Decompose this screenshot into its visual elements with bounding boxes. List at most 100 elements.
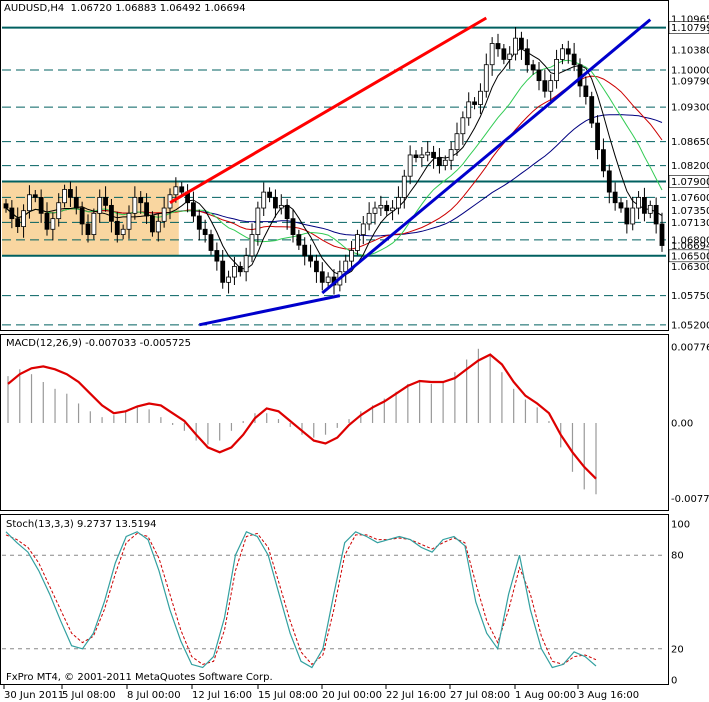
- candle-body: [653, 204, 659, 225]
- candle-body: [161, 207, 167, 222]
- candle-body: [636, 197, 641, 209]
- candle-body: [519, 37, 524, 50]
- candle-body: [524, 48, 530, 66]
- time-axis-label: 15 Jul 08:00: [258, 690, 318, 701]
- candle-body: [308, 255, 313, 262]
- macd-title: MACD(12,26,9) -0.007033 -0.005725: [6, 338, 191, 349]
- stoch-main-line: [5, 531, 597, 669]
- candle-body: [97, 197, 103, 214]
- candle-body: [372, 207, 378, 214]
- stoch-axis-label: 80: [671, 551, 684, 562]
- candle-body: [73, 197, 79, 209]
- candle-body: [155, 220, 161, 233]
- candle-body: [483, 64, 489, 92]
- price-axis-label: 1.07900: [671, 177, 709, 188]
- candle-body: [114, 220, 120, 235]
- candle-body: [495, 43, 501, 50]
- candle-body: [50, 218, 56, 230]
- candle-body: [390, 207, 395, 212]
- copyright-text: FxPro MT4, © 2001-2011 MetaQuotes Softwa…: [6, 672, 273, 683]
- candle-body: [196, 215, 202, 230]
- time-axis-label: 12 Jul 16:00: [192, 690, 252, 701]
- candle-body: [349, 250, 354, 262]
- price-axis-label: 1.06500: [671, 251, 709, 262]
- price-chart[interactable]: 1.109651.107991.103801.100001.097901.093…: [0, 0, 709, 702]
- candle-body: [290, 218, 296, 235]
- macd-axis-label: 0.007764: [671, 343, 709, 354]
- candle-body: [62, 189, 67, 204]
- candle-body: [302, 244, 308, 257]
- red-trendline: [169, 16, 488, 205]
- candle-body: [314, 260, 319, 273]
- price-axis-label: 1.05750: [671, 291, 709, 302]
- candle-body: [448, 149, 454, 161]
- candle-body: [425, 151, 431, 156]
- candle-body: [530, 64, 536, 71]
- candle-body: [296, 234, 302, 246]
- candle-body: [214, 250, 220, 262]
- price-axis-label: 1.07130: [671, 218, 709, 229]
- candle-body: [460, 117, 466, 135]
- candle-body: [595, 122, 600, 151]
- macd-pane: 0.007764 0.00 -0.007734: [7, 343, 709, 505]
- candle-body: [325, 276, 331, 283]
- candle-body: [237, 266, 243, 273]
- stochastic-pane: 100 80 20 0: [2, 520, 690, 687]
- candle-body: [173, 186, 179, 196]
- candle-body: [232, 266, 237, 278]
- candle-body: [120, 228, 126, 235]
- price-axis-label: 1.05200: [671, 320, 709, 331]
- stoch-title: Stoch(13,3,3) 9.2737 13.5194: [6, 519, 157, 530]
- candle-body: [419, 154, 425, 159]
- candle-body: [132, 197, 138, 214]
- stoch-axis-label: 0: [671, 676, 677, 687]
- candle-body: [243, 255, 249, 273]
- time-axis-label: 8 Jul 00:00: [127, 690, 181, 701]
- candle-body: [442, 159, 448, 166]
- candle-body: [278, 204, 284, 209]
- candle-body: [401, 175, 407, 198]
- candle-body: [366, 212, 372, 225]
- price-axis-label: 1.09300: [671, 103, 709, 114]
- candle-body: [659, 223, 665, 246]
- price-axis-label: 1.06300: [671, 262, 709, 273]
- candle-body: [32, 194, 38, 198]
- candle-body: [126, 212, 132, 230]
- candle-body: [360, 223, 366, 235]
- time-axis-label: 1 Aug 00:00: [515, 690, 576, 701]
- price-axis-label: 1.08650: [671, 137, 709, 148]
- candle-body: [513, 37, 518, 55]
- price-axis-label: 1.09790: [671, 77, 709, 88]
- candle-body: [501, 48, 507, 60]
- candle-body: [396, 197, 401, 209]
- candle-body: [44, 212, 50, 230]
- price-axis-label: 1.10380: [671, 45, 709, 56]
- candle-body: [554, 59, 559, 82]
- candle-body: [255, 207, 261, 235]
- candle-body: [68, 189, 73, 198]
- candle-body: [507, 53, 513, 60]
- candle-body: [150, 215, 155, 233]
- candle-body: [202, 228, 208, 235]
- candle-body: [144, 202, 149, 217]
- time-axis-label: 5 Jul 08:00: [62, 690, 116, 701]
- candle-body: [261, 191, 267, 209]
- candle-body: [38, 197, 44, 214]
- macd-axis-label: 0.00: [671, 419, 693, 430]
- candle-body: [589, 96, 595, 124]
- time-axis-label: 20 Jul 00:00: [322, 690, 382, 701]
- candle-body: [612, 191, 618, 204]
- candle-body: [284, 204, 290, 220]
- candle-body: [273, 197, 278, 209]
- candle-body: [472, 101, 477, 105]
- blue-support-trendline: [198, 294, 341, 327]
- price-axis-label: 1.07600: [671, 193, 709, 204]
- candle-body: [15, 218, 21, 228]
- price-axis-label: 1.08200: [671, 161, 709, 172]
- price-axis-label: 1.07350: [671, 206, 709, 217]
- candle-body: [647, 204, 653, 214]
- macd-pane-frame: [0, 334, 669, 511]
- candle-body: [21, 210, 26, 228]
- candle-body: [319, 271, 325, 283]
- candle-body: [601, 149, 606, 172]
